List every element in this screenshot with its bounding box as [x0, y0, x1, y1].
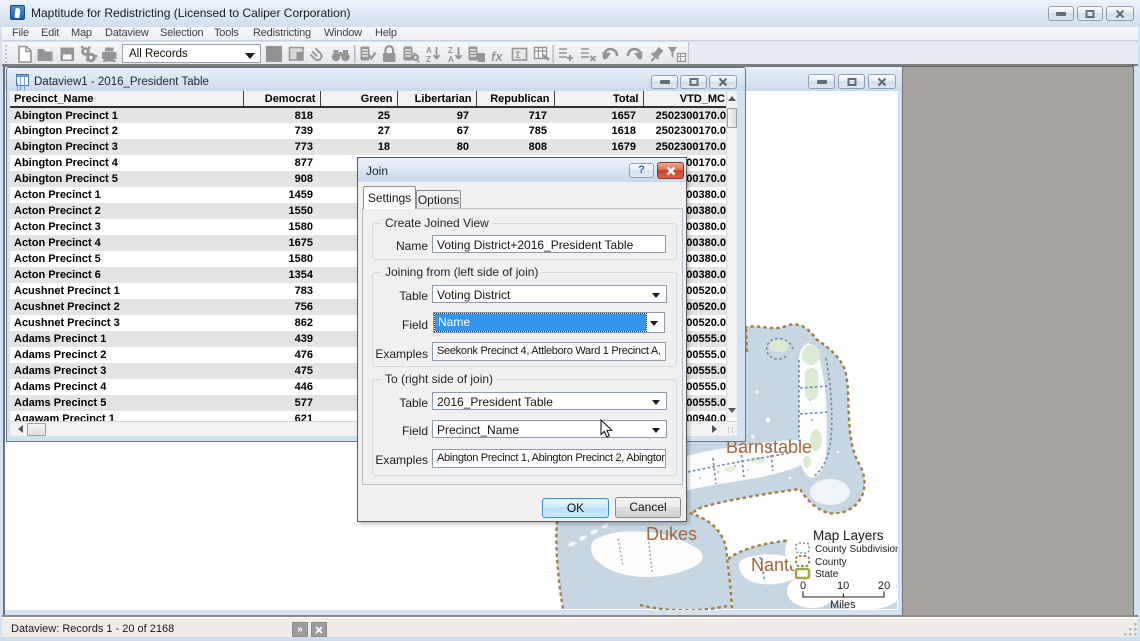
- svg-text:20: 20: [878, 580, 890, 592]
- svg-text:fx: fx: [491, 49, 503, 64]
- svg-text:County: County: [815, 557, 847, 568]
- svg-text:Z: Z: [426, 55, 431, 64]
- svg-text:Dukes: Dukes: [646, 524, 697, 544]
- svg-text:10: 10: [837, 580, 849, 592]
- svg-text:A: A: [448, 55, 454, 64]
- svg-text:Map Layers: Map Layers: [813, 528, 884, 543]
- svg-text:Z: Z: [448, 46, 453, 55]
- svg-text:County Subdivision: County Subdivision: [815, 544, 898, 555]
- svg-text:Σ: Σ: [516, 50, 522, 60]
- svg-text:0: 0: [800, 580, 806, 592]
- svg-text:A: A: [426, 46, 432, 55]
- svg-text:Miles: Miles: [830, 599, 856, 610]
- svg-text:State: State: [815, 569, 839, 580]
